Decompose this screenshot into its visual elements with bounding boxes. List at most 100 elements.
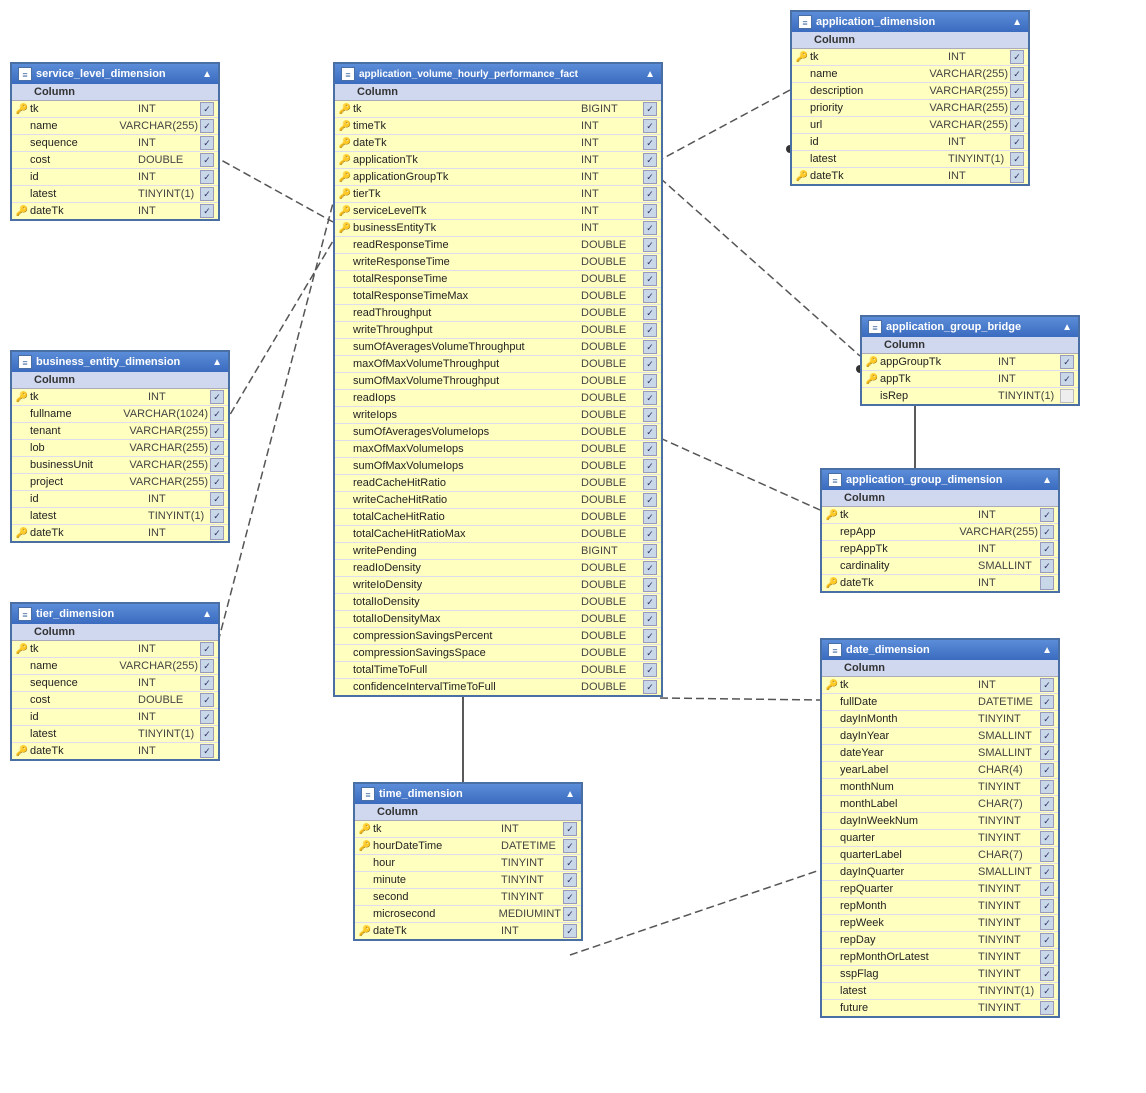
table-row: description VARCHAR(255) ✓ xyxy=(792,83,1028,100)
col-header: Column xyxy=(822,490,1058,507)
col-header: Column xyxy=(792,32,1028,49)
table-row: writeThroughput DOUBLE ✓ xyxy=(335,322,661,339)
table-row: latest TINYINT(1) ✓ xyxy=(12,186,218,203)
table-row: totalResponseTimeMax DOUBLE ✓ xyxy=(335,288,661,305)
table-row: 🔑 tk INT ✓ xyxy=(792,49,1028,66)
table-row: maxOfMaxVolumeIops DOUBLE ✓ xyxy=(335,441,661,458)
table-row: name VARCHAR(255) ✓ xyxy=(12,658,218,675)
table-row: second TINYINT ✓ xyxy=(355,889,581,906)
col-header: Column xyxy=(12,372,228,389)
table-row: repWeek TINYINT ✓ xyxy=(822,915,1058,932)
table-row: repDay TINYINT ✓ xyxy=(822,932,1058,949)
table-row: microsecond MEDIUMINT ✓ xyxy=(355,906,581,923)
table-row: sequence INT ✓ xyxy=(12,135,218,152)
table-row: sumOfAveragesVolumeThroughput DOUBLE ✓ xyxy=(335,339,661,356)
table-row: fullDate DATETIME ✓ xyxy=(822,694,1058,711)
table-row: readCacheHitRatio DOUBLE ✓ xyxy=(335,475,661,492)
table-row: 🔑 tk INT ✓ xyxy=(12,101,218,118)
table-row: totalCacheHitRatio DOUBLE ✓ xyxy=(335,509,661,526)
table-row: confidenceIntervalTimeToFull DOUBLE ✓ xyxy=(335,679,661,695)
table-row: name VARCHAR(255) ✓ xyxy=(792,66,1028,83)
col-header: Column xyxy=(355,804,581,821)
table-row: lob VARCHAR(255) ✓ xyxy=(12,440,228,457)
table-row: 🔑 dateTk INT xyxy=(822,575,1058,591)
table-business-entity-dimension: ≡ business_entity_dimension ▲ Column 🔑 t… xyxy=(10,350,230,543)
table-row: cost DOUBLE ✓ xyxy=(12,692,218,709)
table-header-application-group-dimension: ≡ application_group_dimension ▲ xyxy=(822,470,1058,490)
table-row: isRep TINYINT(1) xyxy=(862,388,1078,404)
table-row: id INT ✓ xyxy=(792,134,1028,151)
table-row: 🔑 serviceLevelTk INT ✓ xyxy=(335,203,661,220)
table-row: compressionSavingsPercent DOUBLE ✓ xyxy=(335,628,661,645)
table-row: writePending BIGINT ✓ xyxy=(335,543,661,560)
table-row: 🔑 dateTk INT ✓ xyxy=(12,525,228,541)
table-row: totalIoDensityMax DOUBLE ✓ xyxy=(335,611,661,628)
table-row: 🔑 dateTk INT ✓ xyxy=(792,168,1028,184)
table-row: dayInYear SMALLINT ✓ xyxy=(822,728,1058,745)
table-row: repApp VARCHAR(255) ✓ xyxy=(822,524,1058,541)
table-row: 🔑 applicationTk INT ✓ xyxy=(335,152,661,169)
table-date-dimension: ≡ date_dimension ▲ Column 🔑 tk INT ✓ ful… xyxy=(820,638,1060,1018)
table-row: quarterLabel CHAR(7) ✓ xyxy=(822,847,1058,864)
table-row: id INT ✓ xyxy=(12,491,228,508)
table-row: repQuarter TINYINT ✓ xyxy=(822,881,1058,898)
table-row: 🔑 tk BIGINT ✓ xyxy=(335,101,661,118)
table-row: 🔑 tk INT ✓ xyxy=(822,507,1058,524)
table-row: repAppTk INT ✓ xyxy=(822,541,1058,558)
table-header-tier-dimension: ≡ tier_dimension ▲ xyxy=(12,604,218,624)
table-row: id INT ✓ xyxy=(12,709,218,726)
table-row: sumOfMaxVolumeIops DOUBLE ✓ xyxy=(335,458,661,475)
table-row: 🔑 dateTk INT ✓ xyxy=(12,743,218,759)
table-row: businessUnit VARCHAR(255) ✓ xyxy=(12,457,228,474)
table-row: dayInMonth TINYINT ✓ xyxy=(822,711,1058,728)
table-header-fact: ≡ application_volume_hourly_performance_… xyxy=(335,64,661,84)
table-header-time-dimension: ≡ time_dimension ▲ xyxy=(355,784,581,804)
col-header: Column xyxy=(822,660,1058,677)
table-row: yearLabel CHAR(4) ✓ xyxy=(822,762,1058,779)
table-row: totalIoDensity DOUBLE ✓ xyxy=(335,594,661,611)
table-row: 🔑 businessEntityTk INT ✓ xyxy=(335,220,661,237)
table-row: fullname VARCHAR(1024) ✓ xyxy=(12,406,228,423)
table-row: url VARCHAR(255) ✓ xyxy=(792,117,1028,134)
table-row: 🔑 timeTk INT ✓ xyxy=(335,118,661,135)
table-row: dateYear SMALLINT ✓ xyxy=(822,745,1058,762)
table-row: name VARCHAR(255) ✓ xyxy=(12,118,218,135)
table-row: 🔑 tk INT ✓ xyxy=(822,677,1058,694)
table-row: tenant VARCHAR(255) ✓ xyxy=(12,423,228,440)
table-row: project VARCHAR(255) ✓ xyxy=(12,474,228,491)
table-icon: ≡ xyxy=(18,67,32,81)
table-header-application-group-bridge: ≡ application_group_bridge ▲ xyxy=(862,317,1078,337)
table-fact: ≡ application_volume_hourly_performance_… xyxy=(333,62,663,697)
table-row: compressionSavingsSpace DOUBLE ✓ xyxy=(335,645,661,662)
pk-icon: 🔑 xyxy=(16,103,28,115)
table-row: latest TINYINT(1) ✓ xyxy=(12,726,218,743)
table-header-business-entity-dimension: ≡ business_entity_dimension ▲ xyxy=(12,352,228,372)
table-row: latest TINYINT(1) ✓ xyxy=(12,508,228,525)
table-row: 🔑 tk INT ✓ xyxy=(12,641,218,658)
table-row: 🔑 appTk INT ✓ xyxy=(862,371,1078,388)
table-row: cost DOUBLE ✓ xyxy=(12,152,218,169)
table-row: totalResponseTime DOUBLE ✓ xyxy=(335,271,661,288)
table-tier-dimension: ≡ tier_dimension ▲ Column 🔑 tk INT ✓ nam… xyxy=(10,602,220,761)
table-row: monthNum TINYINT ✓ xyxy=(822,779,1058,796)
table-row: 🔑 appGroupTk INT ✓ xyxy=(862,354,1078,371)
table-row: latest TINYINT(1) ✓ xyxy=(822,983,1058,1000)
table-application-dimension: ≡ application_dimension ▲ Column 🔑 tk IN… xyxy=(790,10,1030,186)
table-row: maxOfMaxVolumeThroughput DOUBLE ✓ xyxy=(335,356,661,373)
table-row: writeResponseTime DOUBLE ✓ xyxy=(335,254,661,271)
diagram-canvas: ≡ service_level_dimension ▲ Column 🔑 tk … xyxy=(0,0,1146,1093)
table-row: 🔑 dateTk INT ✓ xyxy=(355,923,581,939)
table-header-date-dimension: ≡ date_dimension ▲ xyxy=(822,640,1058,660)
table-row: cardinality SMALLINT ✓ xyxy=(822,558,1058,575)
col-header: Column xyxy=(862,337,1078,354)
table-row: 🔑 tk INT ✓ xyxy=(12,389,228,406)
table-row: monthLabel CHAR(7) ✓ xyxy=(822,796,1058,813)
table-row: writeCacheHitRatio DOUBLE ✓ xyxy=(335,492,661,509)
table-row: repMonth TINYINT ✓ xyxy=(822,898,1058,915)
table-row: 🔑 hourDateTime DATETIME ✓ xyxy=(355,838,581,855)
table-row: 🔑 tk INT ✓ xyxy=(355,821,581,838)
table-row: latest TINYINT(1) ✓ xyxy=(792,151,1028,168)
table-row: writeIops DOUBLE ✓ xyxy=(335,407,661,424)
col-header: Column xyxy=(12,624,218,641)
table-row: 🔑 applicationGroupTk INT ✓ xyxy=(335,169,661,186)
